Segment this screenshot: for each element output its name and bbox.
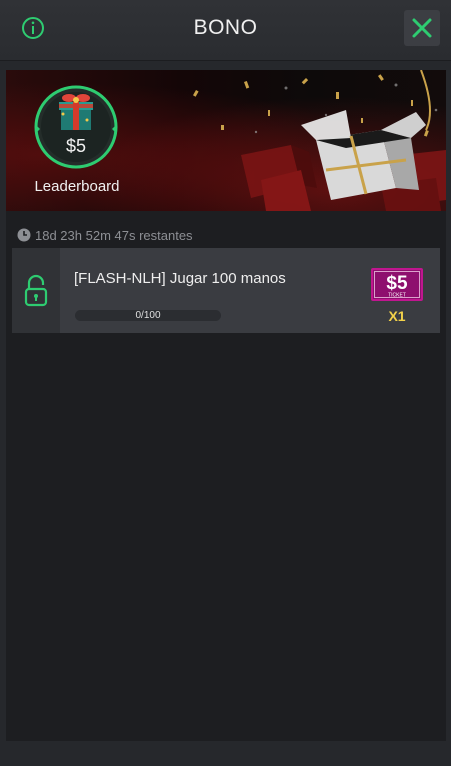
ticket-value: $5 xyxy=(386,273,408,294)
leaderboard-banner[interactable]: $5 Leaderboard xyxy=(6,70,446,211)
page-title: BONO xyxy=(193,16,258,39)
gift-box-icon xyxy=(59,94,93,130)
time-remaining-text: 18d 23h 52m 47s restantes xyxy=(35,227,193,243)
close-icon xyxy=(412,18,432,38)
time-remaining: 18d 23h 52m 47s restantes xyxy=(17,227,193,243)
lock-cell xyxy=(12,248,60,333)
task-row[interactable]: [FLASH-NLH] Jugar 100 manos 0/100 $5 TIC… xyxy=(12,248,440,333)
task-title: [FLASH-NLH] Jugar 100 manos xyxy=(74,270,286,287)
task-progress-text: 0/100 xyxy=(135,310,161,321)
bonus-panel: $5 Leaderboard 18d 23h 52m 47s restantes… xyxy=(6,70,446,741)
ticket-reward-icon: $5 TICKET xyxy=(371,268,423,301)
unlocked-padlock-icon xyxy=(24,274,48,306)
header-bar: BONO xyxy=(0,0,451,61)
gift-boxes-illustration xyxy=(241,70,446,211)
clock-icon xyxy=(17,228,31,242)
leaderboard-label: Leaderboard xyxy=(34,178,120,195)
reward-badge xyxy=(34,85,118,169)
ticket-label: TICKET xyxy=(388,293,406,299)
badge-amount: $5 xyxy=(65,136,87,156)
reward-multiplier: X1 xyxy=(388,308,406,324)
close-button[interactable] xyxy=(404,10,440,46)
